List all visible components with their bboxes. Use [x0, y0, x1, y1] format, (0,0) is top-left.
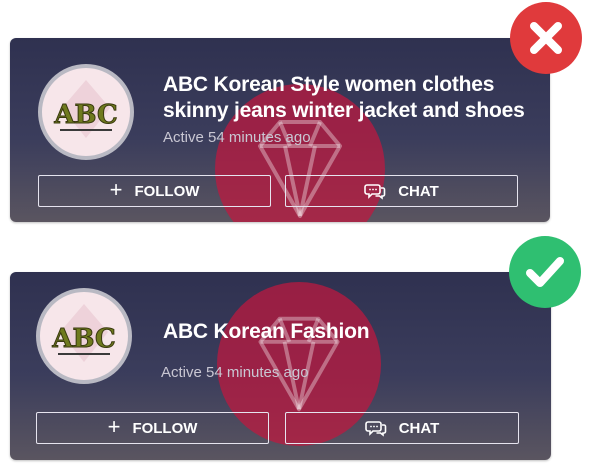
chat-button[interactable]: CHAT	[285, 175, 518, 207]
x-mark-icon	[530, 22, 562, 54]
abc-logo-icon: ABC	[51, 304, 116, 362]
correct-badge	[509, 236, 581, 308]
abc-logo-icon: ABC	[53, 80, 118, 138]
follow-button[interactable]: + FOLLOW	[36, 412, 269, 444]
shop-name: ABC Korean Fashion	[163, 320, 370, 343]
wrong-badge	[510, 2, 582, 74]
check-mark-icon	[526, 257, 564, 287]
shop-avatar: ABC	[36, 288, 132, 384]
chat-button[interactable]: CHAT	[285, 412, 519, 444]
active-status: Active 54 minutes ago	[161, 364, 309, 381]
svg-text:ABC: ABC	[53, 100, 117, 130]
chat-bubble-icon	[364, 419, 387, 437]
chat-bubble-icon	[364, 182, 386, 200]
shop-name: ABC Korean Style women clothes skinny je…	[163, 73, 525, 122]
plus-icon: +	[109, 177, 123, 202]
shop-card-correct: ABC ABC Korean Fashion Active 54 minutes…	[10, 272, 551, 460]
shop-card-wrong: ABC ABC Korean Style women clothes skinn…	[10, 38, 550, 222]
follow-button[interactable]: + FOLLOW	[38, 175, 271, 207]
svg-text:ABC: ABC	[51, 324, 115, 354]
active-status: Active 54 minutes ago	[163, 129, 311, 146]
shop-avatar: ABC	[38, 64, 134, 160]
plus-icon: +	[107, 414, 121, 439]
